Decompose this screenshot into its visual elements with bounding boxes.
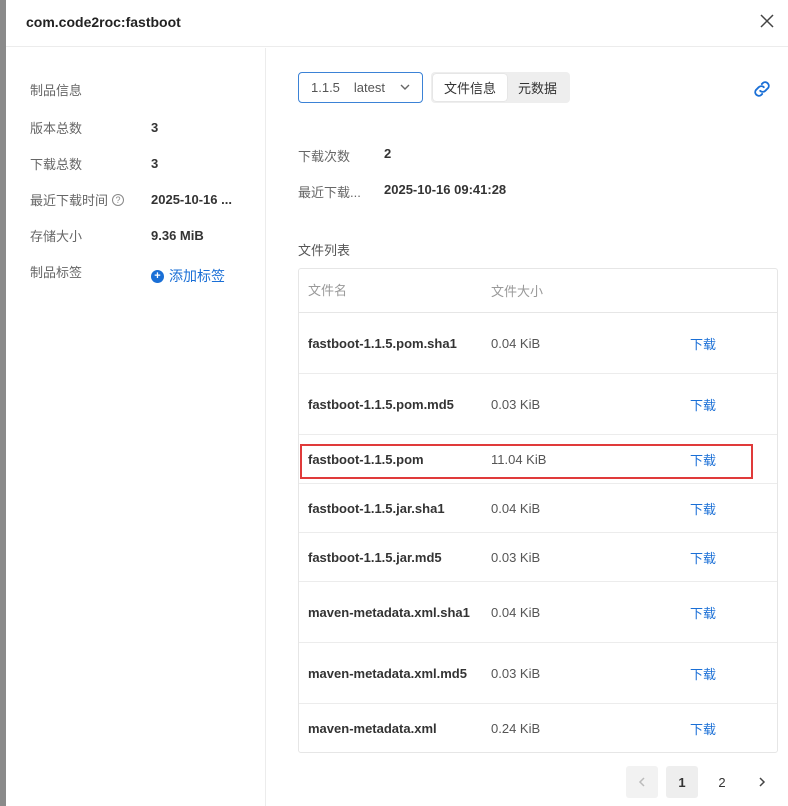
- file-name: fastboot-1.1.5.pom.md5: [308, 396, 454, 412]
- pagination-next-button[interactable]: [746, 766, 778, 798]
- info-label: 最近下载时间 ?: [30, 190, 151, 209]
- info-label: 下载总数: [30, 157, 83, 172]
- file-name: fastboot-1.1.5.pom: [308, 451, 424, 467]
- meta-value: 2025-10-16 09:41:28: [384, 182, 507, 197]
- download-link[interactable]: 下载: [690, 719, 716, 738]
- version-number: 1.1.5: [311, 80, 340, 95]
- download-link[interactable]: 下载: [690, 334, 716, 353]
- dialog-header: com.code2roc:fastboot: [6, 0, 788, 47]
- file-name: fastboot-1.1.5.jar.md5: [308, 549, 442, 565]
- file-list-title: 文件列表: [298, 243, 351, 258]
- table-header: 文件名 文件大小: [299, 269, 777, 313]
- file-name: fastboot-1.1.5.pom.sha1: [308, 335, 457, 351]
- file-name: maven-metadata.xml.sha1: [308, 604, 470, 620]
- tab-metadata[interactable]: 元数据: [507, 74, 568, 101]
- sidebar: 制品信息 版本总数 3 下载总数 3 最近下载时间 ? 2025-10-16 .…: [6, 48, 266, 806]
- file-size: 0.04 KiB: [491, 604, 541, 620]
- info-label: 制品标签: [30, 265, 83, 280]
- link-icon[interactable]: [751, 78, 773, 100]
- info-value: 2025-10-16 ...: [151, 192, 232, 207]
- table-row: maven-metadata.xml 0.24 KiB 下载: [299, 704, 777, 752]
- info-label: 版本总数: [30, 121, 83, 136]
- tab-file-info[interactable]: 文件信息: [433, 74, 508, 101]
- info-row-last-download: 最近下载时间 ? 2025-10-16 ...: [30, 190, 232, 209]
- table-row: fastboot-1.1.5.pom.md5 0.03 KiB 下载: [299, 374, 777, 435]
- version-tag: latest: [353, 80, 385, 95]
- table-row: fastboot-1.1.5.jar.sha1 0.04 KiB 下载: [299, 484, 777, 533]
- add-tag-button[interactable]: + 添加标签: [151, 266, 225, 286]
- pagination-prev-button[interactable]: [626, 766, 658, 798]
- table-row: fastboot-1.1.5.pom.sha1 0.04 KiB 下载: [299, 313, 777, 374]
- column-header-size: 文件大小: [491, 284, 544, 299]
- download-link[interactable]: 下载: [690, 603, 716, 622]
- help-icon[interactable]: ?: [112, 193, 125, 206]
- close-button[interactable]: [756, 10, 778, 32]
- info-row-version-count: 版本总数 3: [30, 118, 158, 137]
- pagination-page-2[interactable]: 2: [706, 766, 738, 798]
- file-name: maven-metadata.xml.md5: [308, 665, 467, 681]
- chevron-left-icon: [638, 777, 645, 787]
- file-size: 0.03 KiB: [491, 396, 541, 412]
- file-size: 0.03 KiB: [491, 665, 541, 681]
- sidebar-heading: 制品信息: [30, 80, 82, 99]
- download-link[interactable]: 下载: [690, 548, 716, 567]
- chevron-right-icon: [759, 777, 766, 787]
- info-value: 3: [151, 156, 159, 171]
- meta-row-last-download: 最近下载... 2025-10-16 09:41:28: [298, 182, 506, 201]
- file-size: 11.04 KiB: [491, 451, 547, 467]
- meta-label: 最近下载...: [298, 185, 361, 200]
- meta-value: 2: [384, 146, 392, 161]
- table-row: maven-metadata.xml.md5 0.03 KiB 下载: [299, 643, 777, 704]
- download-link[interactable]: 下载: [690, 450, 716, 469]
- plus-circle-icon: +: [151, 269, 164, 283]
- download-link[interactable]: 下载: [690, 664, 716, 683]
- info-label: 存储大小: [30, 229, 83, 244]
- download-link[interactable]: 下载: [690, 395, 716, 414]
- add-tag-label: 添加标签: [169, 268, 225, 284]
- file-size: 0.04 KiB: [491, 500, 541, 516]
- info-row-storage-size: 存储大小 9.36 MiB: [30, 226, 204, 245]
- pagination-page-1[interactable]: 1: [666, 766, 698, 798]
- table-row: fastboot-1.1.5.jar.md5 0.03 KiB 下载: [299, 533, 777, 582]
- file-size: 0.04 KiB: [491, 335, 541, 351]
- info-row-download-count: 下载总数 3: [30, 154, 158, 173]
- info-label-text: 最近下载时间: [30, 193, 109, 208]
- info-row-tags: 制品标签 + 添加标签: [30, 262, 225, 286]
- file-name: fastboot-1.1.5.jar.sha1: [308, 500, 445, 516]
- table-row: maven-metadata.xml.sha1 0.04 KiB 下载: [299, 582, 777, 643]
- column-header-name: 文件名: [308, 283, 348, 298]
- file-table: 文件名 文件大小 fastboot-1.1.5.pom.sha1 0.04 Ki…: [298, 268, 778, 753]
- chevron-down-icon: [400, 84, 410, 90]
- meta-row-download-times: 下载次数 2: [298, 146, 391, 165]
- close-icon: [760, 14, 774, 28]
- sidebar-heading-label: 制品信息: [30, 83, 83, 98]
- download-link[interactable]: 下载: [690, 499, 716, 518]
- meta-label: 下载次数: [298, 149, 351, 164]
- info-value: 3: [151, 120, 159, 135]
- table-row: fastboot-1.1.5.pom 11.04 KiB 下载: [299, 435, 777, 484]
- info-value: 9.36 MiB: [151, 228, 204, 243]
- file-name: maven-metadata.xml: [308, 720, 437, 736]
- dialog-title: com.code2roc:fastboot: [26, 14, 181, 30]
- view-tabs: 文件信息 元数据: [431, 72, 571, 103]
- version-select[interactable]: 1.1.5 latest: [298, 72, 423, 103]
- file-size: 0.03 KiB: [491, 549, 541, 565]
- file-size: 0.24 KiB: [491, 720, 541, 736]
